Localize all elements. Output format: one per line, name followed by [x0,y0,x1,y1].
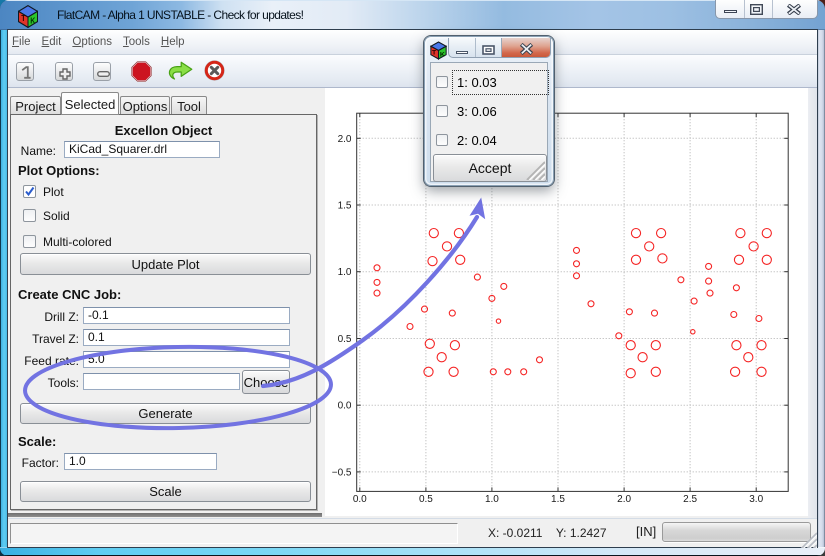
svg-text:1.5: 1.5 [338,201,352,212]
svg-text:3.0: 3.0 [749,494,763,505]
svg-text:2.0: 2.0 [338,134,352,145]
svg-text:2.0: 2.0 [617,494,631,505]
svg-text:0.0: 0.0 [338,401,352,412]
svg-text:K: K [30,16,36,26]
svg-text:T: T [21,13,26,23]
svg-text:1.0: 1.0 [485,494,499,505]
svg-text:1.5: 1.5 [551,494,565,505]
svg-text:1.0: 1.0 [338,267,352,278]
svg-text:K: K [440,51,445,58]
svg-text:2.5: 2.5 [683,494,697,505]
svg-text:0.5: 0.5 [419,494,433,505]
svg-text:0.5: 0.5 [338,334,352,345]
svg-text:−0.5: −0.5 [332,467,352,478]
svg-text:0.0: 0.0 [353,494,367,505]
